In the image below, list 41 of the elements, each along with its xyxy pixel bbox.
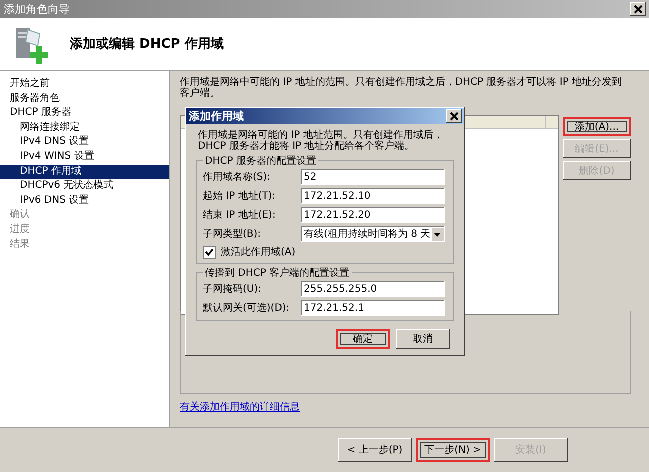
sidebar-item[interactable]: IPv6 DNS 设置 <box>0 194 169 208</box>
details-link[interactable]: 有关添加作用域的详细信息 <box>180 400 300 414</box>
field-label: 起始 IP 地址(T): <box>203 190 277 203</box>
input-field[interactable]: 172.21.52.20 <box>301 207 445 223</box>
group-title: 传播到 DHCP 客户端的配置设置 <box>203 266 352 280</box>
field-label: 子网类型(B): <box>203 228 262 241</box>
page-heading: 添加或编辑 DHCP 作用域 <box>70 36 224 53</box>
wizard-button[interactable]: 下一步(N) > <box>416 438 490 462</box>
checkbox-label[interactable]: 激活此作用域(A) <box>221 245 296 259</box>
close-button[interactable] <box>446 109 462 123</box>
dialog-button[interactable]: 确定 <box>336 329 390 349</box>
dropdown-arrow-icon <box>434 232 442 236</box>
close-icon <box>450 112 458 120</box>
sidebar-item[interactable]: 网络连接绑定 <box>0 120 169 136</box>
sidebar-item[interactable]: 服务器角色 <box>0 92 169 106</box>
input-field[interactable]: 172.21.52.1 <box>301 300 445 316</box>
field-label: 子网掩码(U): <box>203 283 262 296</box>
sidebar-item[interactable]: DHCPv6 无状态模式 <box>0 179 169 194</box>
dialog-title: 添加作用域 <box>189 108 244 124</box>
wizard-button[interactable]: < 上一步(P) <box>338 438 412 462</box>
field-label: 结束 IP 地址(E): <box>203 208 277 222</box>
dialog-button[interactable]: 取消 <box>396 329 450 349</box>
group-title: DHCP 服务器的配置设置 <box>203 154 318 168</box>
input-field[interactable]: 52 <box>301 169 445 185</box>
close-icon <box>634 4 642 14</box>
sidebar-item[interactable]: IPv4 WINS 设置 <box>0 150 169 165</box>
description-text: 作用域是网络中可能的 IP 地址的范围。只有创建作用域之后，DHCP 服务器才可以将 IP 地址分发到客户端。 <box>180 77 624 101</box>
window-title: 添加角色向导 <box>4 2 70 16</box>
input-field[interactable]: 255.255.255.0 <box>301 281 445 297</box>
field-label: 默认网关(可选)(D): <box>203 302 291 315</box>
sidebar-item[interactable]: DHCP 作用域 <box>0 164 169 180</box>
dropdown-field[interactable]: 有线(租用持续时间将为 8 天 <box>301 226 445 242</box>
action-button[interactable]: 添加(A)... <box>563 117 631 136</box>
field-label: 作用域名称(S): <box>203 170 272 184</box>
dialog-description: 作用域是网络可能的 IP 地址范围。只有创建作用域后，DHCP 服务器才能将 IP 地址分配给各个客户端。 <box>197 130 444 152</box>
sidebar-item[interactable]: 开始之前 <box>0 77 169 92</box>
sidebar-item[interactable]: IPv4 DNS 设置 <box>0 135 169 150</box>
input-field[interactable]: 172.21.52.10 <box>301 188 445 204</box>
checkbox[interactable] <box>203 246 216 258</box>
sidebar-item[interactable]: DHCP 服务器 <box>0 106 169 121</box>
close-button[interactable] <box>630 2 646 16</box>
